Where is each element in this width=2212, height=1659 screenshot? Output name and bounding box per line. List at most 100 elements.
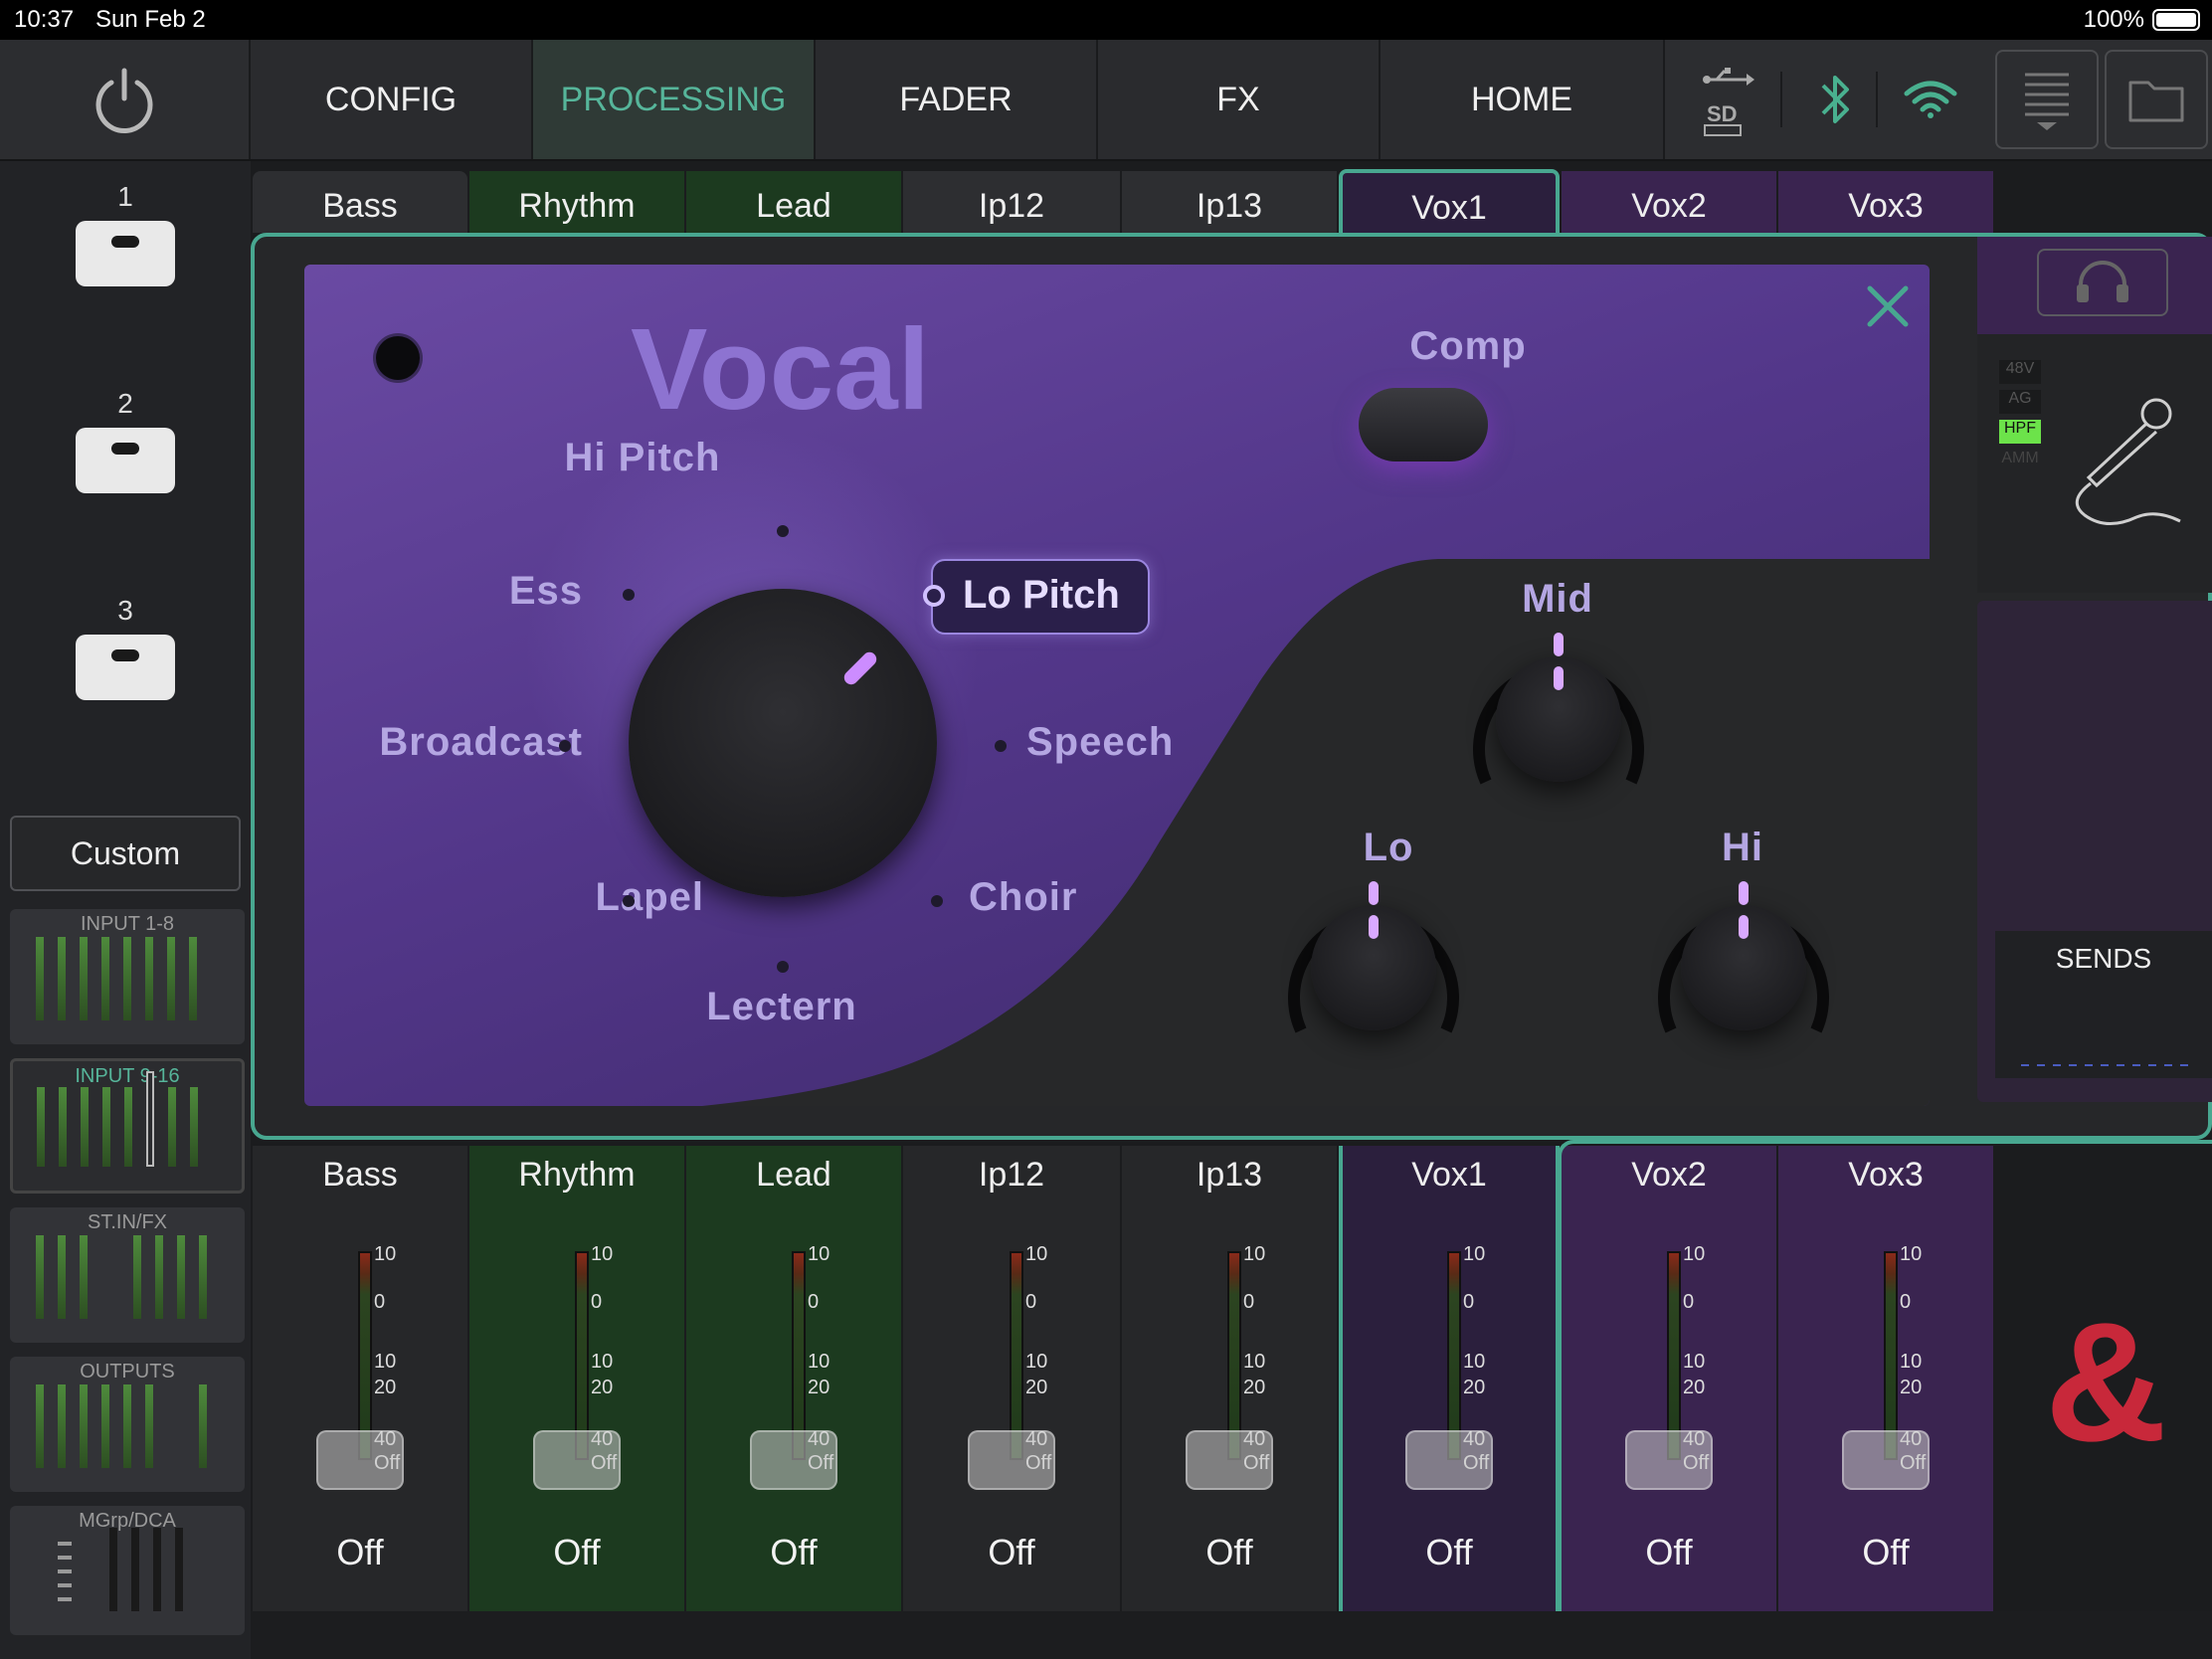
voice-selector-knob[interactable] [629,589,937,897]
badge-amm: AMM [2001,450,2039,466]
position-ess[interactable]: Ess [483,569,583,614]
menu-icon [2025,73,2069,130]
fader-scale-mark: 0 [1025,1291,1037,1313]
fader-scale-mark: 10 [1243,1243,1266,1265]
led-indicator [376,336,420,380]
power-button[interactable] [0,40,251,159]
position-label: Lo Pitch [963,573,1120,617]
fader-scale-mark: 0 [1683,1291,1695,1313]
bank-input-9-16[interactable]: INPUT 9-16 [10,1058,245,1194]
channel-tab-ip13[interactable]: Ip13 [1122,171,1337,233]
cue-button[interactable] [2037,249,2168,316]
folder-icon [2128,81,2184,122]
channel-tab-vox3[interactable]: Vox3 [1778,171,1993,233]
wifi-status[interactable] [1886,40,1975,159]
fader-scale-mark: 0 [1900,1291,1912,1313]
knob-pointer [840,648,880,688]
fader-scale-mark: 20 [1463,1377,1486,1398]
scene-button-3[interactable] [76,635,175,700]
folder-button[interactable] [2105,50,2208,149]
bank-label: OUTPUTS [80,1361,175,1382]
bank-label: MGrp/DCA [79,1510,176,1532]
level-meter [792,1251,806,1460]
bank-st-in-fx[interactable]: ST.IN/FX [10,1207,245,1343]
fader-handle[interactable] [750,1430,837,1490]
fader-scale-mark: 10 [1025,1243,1048,1265]
position-lapel[interactable]: Lapel [495,875,704,920]
scene-number: 2 [117,388,133,419]
fader-value: Off [1425,1532,1473,1572]
channel-tab-lead[interactable]: Lead [686,171,901,233]
eq-lo-knob[interactable] [1311,905,1436,1030]
level-meter [1667,1251,1681,1460]
bluetooth-status[interactable] [1790,40,1880,159]
power-icon [95,68,153,133]
scene-number: 1 [117,181,133,212]
comp-toggle[interactable] [1359,388,1488,461]
position-hi-pitch[interactable]: Hi Pitch [533,436,752,480]
fader-handle[interactable] [1405,1430,1493,1490]
close-button[interactable] [1864,282,1912,335]
fader-scale-mark: 0 [591,1291,603,1313]
bank-label: ST.IN/FX [87,1211,167,1233]
fader-scale-mark: 20 [591,1377,614,1398]
channel-tab-vox2[interactable]: Vox2 [1562,171,1776,233]
fader-scale-mark: 10 [1683,1243,1706,1265]
sends-area[interactable]: SENDS [1995,931,2212,1078]
fader-handle[interactable] [316,1430,404,1490]
fader-scale-mark: 10 [1900,1243,1923,1265]
badge-48v: 48V [1999,360,2041,384]
tab-home[interactable]: HOME [1381,40,1665,159]
date: Sun Feb 2 [95,6,206,33]
fader-scale-mark: 20 [1900,1377,1923,1398]
fader-scale-mark: 0 [1243,1291,1255,1313]
fader-handle[interactable] [968,1430,1055,1490]
fader-scale-mark: 10 [1463,1351,1486,1373]
fader-handle[interactable] [1186,1430,1273,1490]
sd-card-icon: SD [1707,101,1738,126]
menu-button[interactable] [1995,50,2099,149]
bottom-bar [251,1611,2212,1659]
eq-hi-label: Hi [1722,826,1763,869]
channel-tab-rhythm[interactable]: Rhythm [469,171,684,233]
fader-scale-mark: 10 [374,1351,397,1373]
fader-value: Off [553,1532,601,1572]
fader-value: Off [336,1532,384,1572]
position-broadcast[interactable]: Broadcast [344,720,583,765]
bank-mgrp-dca[interactable]: MGrp/DCA [10,1506,245,1635]
fader-handle[interactable] [533,1430,621,1490]
fader-scale-mark: 20 [1025,1377,1048,1398]
status-bar: 10:37 Sun Feb 2 100% [0,0,2212,40]
position-lectern[interactable]: Lectern [682,985,881,1029]
comp-label: Comp [1409,324,1527,368]
tab-fx[interactable]: FX [1098,40,1381,159]
fader-scale-mark: 10 [1243,1351,1266,1373]
eq-mid-knob[interactable] [1496,656,1621,782]
tab-fader[interactable]: FADER [816,40,1098,159]
fader-value: Off [988,1532,1035,1572]
wifi-icon [1904,81,1957,118]
channel-tab-ip12[interactable]: Ip12 [903,171,1120,233]
position-speech[interactable]: Speech [1026,720,1174,765]
channel-tab-bass[interactable]: Bass [253,171,467,233]
fader-scale-mark: 20 [808,1377,830,1398]
tab-processing[interactable]: PROCESSING [533,40,816,159]
tab-config[interactable]: CONFIG [251,40,533,159]
eq-hi-knob[interactable] [1681,905,1806,1030]
custom-button[interactable]: Custom [10,816,241,891]
channel-tab-vox1[interactable]: Vox1 [1339,169,1560,237]
headphones-icon [2077,261,2128,302]
scene-button-1[interactable] [76,221,175,286]
position-lo-pitch[interactable]: Lo Pitch [923,559,1150,635]
channel-name: Lead [756,1156,831,1194]
fader-scale-mark: 0 [808,1291,820,1313]
fader-handle[interactable] [1625,1430,1713,1490]
scene-button-2[interactable] [76,428,175,493]
level-meter [575,1251,589,1460]
fader-scale-mark: 20 [1243,1377,1266,1398]
position-choir[interactable]: Choir [969,875,1077,920]
bank-input-1-8[interactable]: INPUT 1-8 [10,909,245,1044]
bank-outputs[interactable]: OUTPUTS [10,1357,245,1492]
fader-handle[interactable] [1842,1430,1930,1490]
fader-scale-mark: 10 [591,1243,614,1265]
